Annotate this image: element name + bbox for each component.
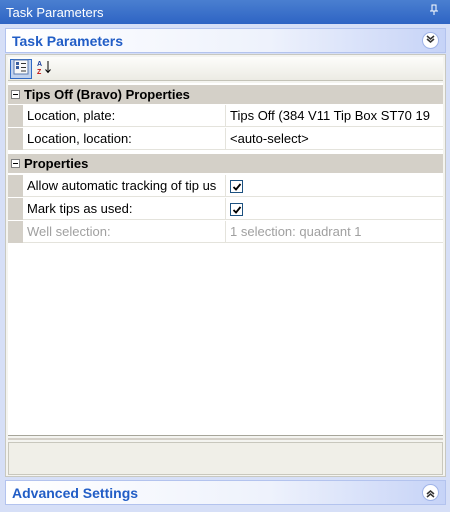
- task-parameters-section-title: Task Parameters: [12, 32, 124, 49]
- window-title-bar: Task Parameters: [0, 0, 450, 24]
- advanced-settings-section-title: Advanced Settings: [12, 484, 139, 501]
- double-chevron-up-icon[interactable]: [422, 32, 439, 49]
- property-name: Allow automatic tracking of tip us: [23, 175, 226, 197]
- property-value[interactable]: [227, 175, 443, 197]
- description-pane: [8, 442, 443, 475]
- property-value[interactable]: [227, 198, 443, 220]
- checkmark-icon: [232, 206, 242, 214]
- property-value[interactable]: <auto-select>: [227, 128, 443, 150]
- svg-text:A: A: [37, 61, 42, 68]
- property-row-location-plate[interactable]: Location, plate: Tips Off (384 V11 Tip B…: [8, 105, 443, 127]
- pin-icon[interactable]: [428, 4, 440, 18]
- property-value[interactable]: 1 selection: quadrant 1: [227, 221, 443, 243]
- checkmark-icon: [232, 183, 242, 191]
- mark-tips-used-checkbox[interactable]: [230, 203, 243, 216]
- task-parameters-section-header[interactable]: Task Parameters: [5, 28, 446, 53]
- property-name: Well selection:: [23, 221, 226, 243]
- category-label: Properties: [24, 156, 89, 171]
- allow-auto-tracking-checkbox[interactable]: [230, 180, 243, 193]
- collapse-icon[interactable]: [11, 90, 20, 99]
- panel-frame: Task Parameters A Z Tips Off (Bravo) Pro…: [0, 24, 450, 512]
- category-label: Tips Off (Bravo) Properties: [24, 87, 190, 102]
- double-chevron-up-icon[interactable]: [422, 484, 439, 501]
- property-name: Location, location:: [23, 128, 226, 150]
- description-splitter[interactable]: [8, 438, 443, 440]
- categorized-view-icon: [13, 59, 29, 78]
- property-grid: Tips Off (Bravo) Properties Location, pl…: [8, 83, 443, 436]
- sort-alphabetical-icon: A Z: [36, 59, 54, 78]
- categorized-view-button[interactable]: [10, 58, 32, 79]
- window-title: Task Parameters: [6, 4, 104, 20]
- property-grid-toolbar: A Z: [8, 57, 443, 81]
- collapse-icon[interactable]: [11, 159, 20, 168]
- property-row-allow-auto-tracking[interactable]: Allow automatic tracking of tip us: [8, 175, 443, 197]
- property-value[interactable]: Tips Off (384 V11 Tip Box ST70 19: [227, 105, 443, 127]
- property-row-location-location[interactable]: Location, location: <auto-select>: [8, 128, 443, 150]
- property-row-well-selection[interactable]: Well selection: 1 selection: quadrant 1: [8, 221, 443, 243]
- property-row-mark-tips-used[interactable]: Mark tips as used:: [8, 198, 443, 220]
- property-name: Mark tips as used:: [23, 198, 226, 220]
- advanced-settings-section-header[interactable]: Advanced Settings: [5, 480, 446, 505]
- property-name: Location, plate:: [23, 105, 226, 127]
- svg-text:Z: Z: [37, 69, 42, 75]
- category-properties[interactable]: Properties: [8, 154, 443, 173]
- category-tips-off-bravo[interactable]: Tips Off (Bravo) Properties: [8, 85, 443, 104]
- property-grid-panel: A Z Tips Off (Bravo) Properties Location…: [5, 54, 446, 477]
- alphabetical-sort-button[interactable]: A Z: [34, 59, 56, 79]
